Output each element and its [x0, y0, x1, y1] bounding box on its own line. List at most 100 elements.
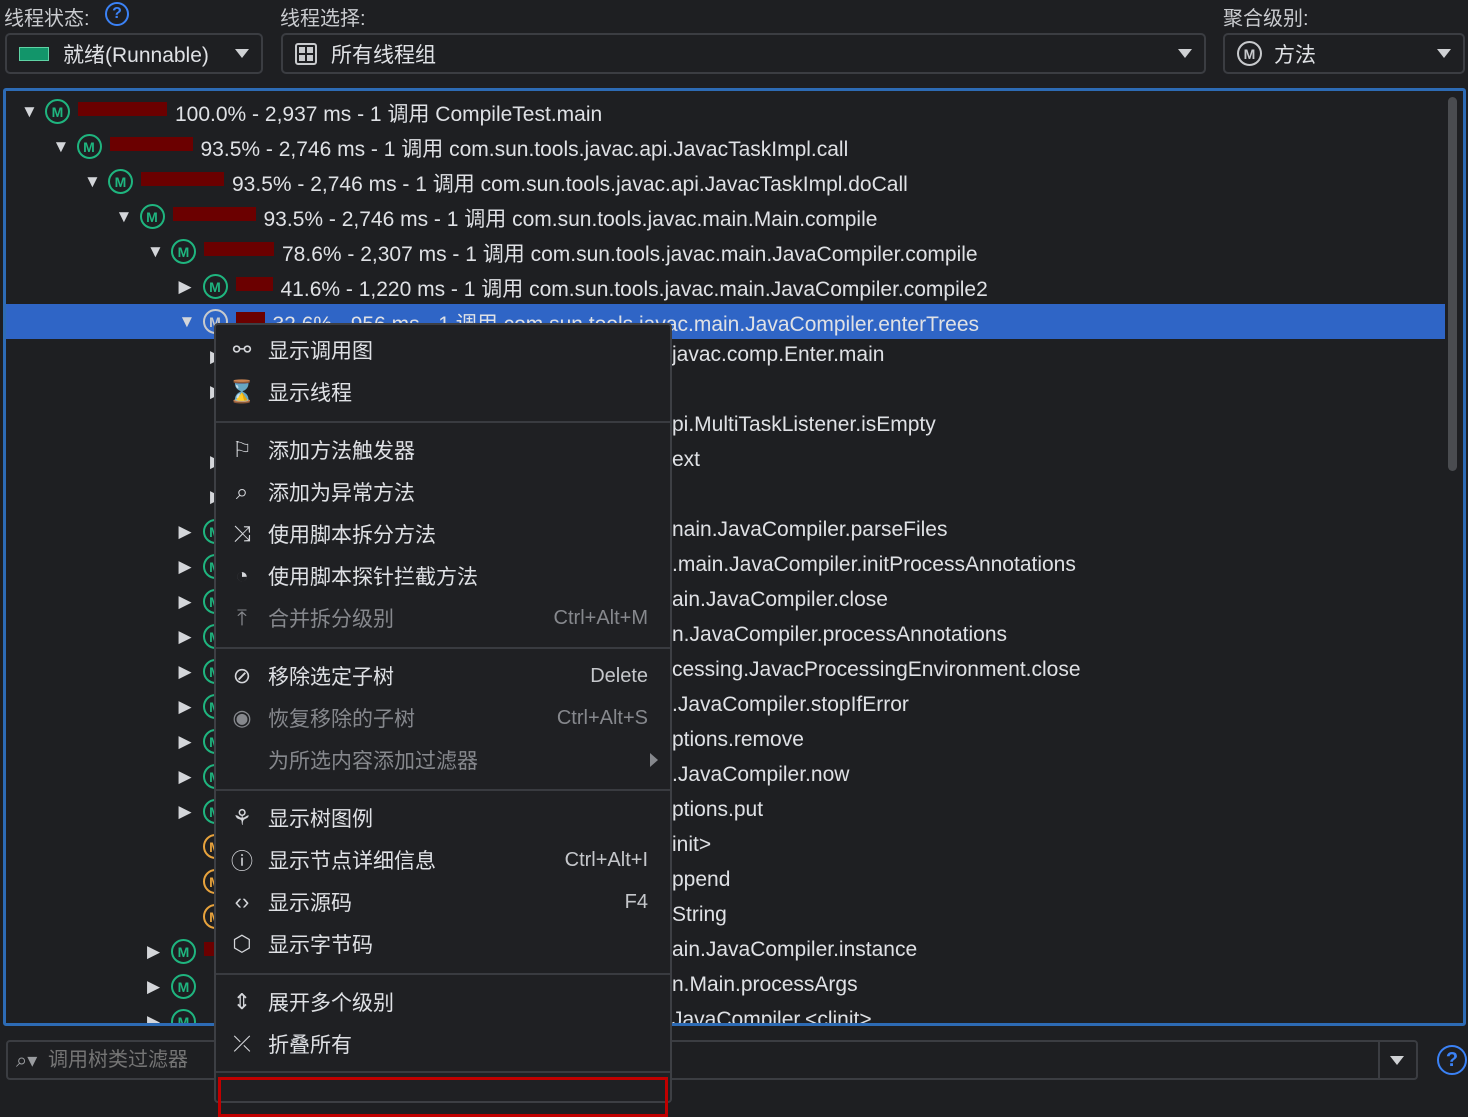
info-icon: ⓘ — [230, 849, 253, 874]
tree-row[interactable]: ▶ M 41.6% - 1,220 ms - 1 调用 com.sun.tools.… — [6, 269, 1463, 304]
tree-row-label: ptions.remove — [672, 728, 804, 751]
menu-item[interactable]: ‹› 显示源码 F4 — [216, 882, 670, 922]
expand-toggle-icon[interactable]: ▶ — [179, 557, 192, 577]
chevron-down-icon — [1390, 1056, 1404, 1065]
time-bar — [141, 172, 224, 186]
expand-toggle-icon[interactable]: ▶ — [147, 1012, 160, 1023]
menu-item[interactable]: ⤫ 折叠所有 — [216, 1024, 670, 1064]
menu-item[interactable]: ⌛ 显示线程 — [216, 372, 670, 412]
gauge-icon: ◔ — [235, 563, 249, 588]
help-icon[interactable]: ? — [105, 2, 129, 26]
collapse-toggle-icon[interactable]: ▼ — [147, 242, 164, 262]
time-bar — [109, 137, 193, 151]
vertical-scrollbar[interactable] — [1448, 97, 1457, 471]
tree-row[interactable]: ▼ M 100.0% - 2,937 ms - 1 调用 CompileTest.m… — [6, 94, 1463, 129]
chevron-down-icon — [235, 49, 249, 58]
state-color-swatch — [19, 46, 49, 61]
expand-toggle-icon[interactable]: ▶ — [179, 522, 192, 542]
aggregation-select[interactable]: M 方法 — [1223, 33, 1465, 74]
menu-item-label: 折叠所有 — [268, 1034, 352, 1057]
menu-item-shortcut: Delete — [590, 664, 648, 687]
tree-row-label: ain.JavaCompiler.close — [672, 588, 888, 611]
collapse-toggle-icon[interactable]: ▼ — [53, 137, 70, 157]
method-icon: M — [171, 1009, 196, 1023]
context-menu: ⚯ 显示调用图 ⌛ 显示线程 ⚐ 添加方法触发器 ⌕ 添加为异常方法 ⤨ 使用脚本拆分方法 ◔ 使用脚… — [214, 323, 672, 1117]
collapse-toggle-icon[interactable]: ▼ — [21, 102, 38, 122]
menu-item-label: 显示源码 — [268, 892, 352, 915]
menu-separator — [216, 973, 670, 975]
collapse-toggle-icon[interactable]: ▼ — [84, 172, 101, 192]
expand-toggle-icon[interactable]: ▶ — [147, 977, 160, 997]
time-bar — [204, 242, 274, 256]
menu-item-label: 合并拆分级别 — [268, 608, 394, 631]
menu-item[interactable]: ⓘ 显示节点详细信息 Ctrl+Alt+I — [216, 840, 670, 880]
expand-toggle-icon[interactable]: ▶ — [147, 942, 160, 962]
menu-item[interactable]: ◉ 恢复移除的子树 Ctrl+Alt+S — [216, 698, 670, 738]
menu-item[interactable]: ⚯ 显示调用图 — [216, 330, 670, 370]
expand-toggle-icon[interactable]: ▶ — [179, 802, 192, 822]
tree-legend-icon: ⚘ — [232, 805, 252, 830]
menu-item-label: 显示字节码 — [268, 934, 373, 957]
expand-toggle-icon[interactable]: ▶ — [179, 732, 192, 752]
menu-item[interactable]: ⊘ 移除选定子树 Delete — [216, 656, 670, 696]
source-code-icon: ‹› — [234, 889, 250, 914]
method-icon: M — [171, 239, 196, 264]
expand-toggle-icon[interactable]: ▶ — [179, 767, 192, 787]
expand-toggle-icon[interactable]: ▶ — [179, 662, 192, 682]
filter-help-icon[interactable]: ? — [1437, 1045, 1467, 1075]
tree-row-label: 41.6% - 1,220 ms - 1 调用 com.sun.tools.ja… — [280, 278, 988, 301]
split-icon: ⤨ — [233, 521, 251, 546]
tree-row-label: 93.5% - 2,746 ms - 1 调用 com.sun.tools.ja… — [232, 173, 908, 196]
method-icon: M — [108, 169, 133, 194]
expand-icon: ⇕ — [232, 989, 252, 1014]
expand-toggle-icon[interactable]: ▶ — [179, 277, 192, 297]
tree-row-label: 100.0% - 2,937 ms - 1 调用 CompileTest.mai… — [175, 103, 603, 126]
thread-icon: ⌛ — [228, 379, 256, 404]
menu-item-shortcut: Ctrl+Alt+I — [564, 848, 648, 871]
tree-row-label: String — [672, 903, 727, 926]
menu-item[interactable]: ⇕ 展开多个级别 — [216, 982, 670, 1022]
collapse-toggle-icon[interactable]: ▼ — [116, 207, 133, 227]
expand-toggle-icon[interactable]: ▶ — [179, 592, 192, 612]
tree-row[interactable]: ▼ M 93.5% - 2,746 ms - 1 调用 com.sun.tools.… — [6, 164, 1463, 199]
method-icon: M — [1237, 41, 1262, 66]
tree-row-label: .JavaCompiler.now — [672, 763, 850, 786]
menu-item[interactable]: ⤒ 合并拆分级别 Ctrl+Alt+M — [216, 598, 670, 638]
thread-select[interactable]: 所有线程组 — [281, 33, 1206, 74]
collapse-toggle-icon[interactable]: ▼ — [179, 312, 196, 332]
tree-row[interactable]: ▼ M 93.5% - 2,746 ms - 1 调用 com.sun.tools.… — [6, 129, 1463, 164]
menu-item-shortcut: Ctrl+Alt+S — [556, 706, 648, 729]
menu-separator — [216, 1071, 670, 1073]
menu-item[interactable]: ⚐ 添加方法触发器 — [216, 430, 670, 470]
eye-icon: ◉ — [232, 705, 252, 730]
menu-item[interactable]: ◔ 使用脚本探针拦截方法 — [216, 556, 670, 596]
thread-state-select[interactable]: 就绪(Runnable) — [5, 33, 263, 74]
tree-row-label: pi.MultiTaskListener.isEmpty — [672, 413, 936, 436]
aggregation-value: 方法 — [1274, 43, 1316, 67]
menu-item-label: 为所选内容添加过滤器 — [268, 750, 478, 773]
menu-item[interactable]: ⌕ 添加为异常方法 — [216, 472, 670, 512]
thread-state-value: 就绪(Runnable) — [63, 43, 209, 67]
tree-row[interactable]: ▼ M 93.5% - 2,746 ms - 1 调用 com.sun.tools.… — [6, 199, 1463, 234]
menu-item[interactable]: ⤨ 使用脚本拆分方法 — [216, 514, 670, 554]
filter-history-dropdown[interactable] — [1378, 1042, 1416, 1078]
tree-row-label: cessing.JavacProcessingEnvironment.close — [672, 658, 1081, 681]
menu-item-label: 移除选定子树 — [268, 666, 394, 689]
tree-row[interactable]: ▼ M 78.6% - 2,307 ms - 1 调用 com.sun.tools.… — [6, 234, 1463, 269]
expand-toggle-icon[interactable]: ▶ — [179, 697, 192, 717]
highlighted-menu-item[interactable] — [218, 1077, 668, 1117]
expand-toggle-icon[interactable]: ▶ — [179, 627, 192, 647]
menu-item[interactable]: ⬡ 显示字节码 — [216, 924, 670, 964]
time-bar — [235, 277, 273, 291]
menu-item[interactable]: ⚘ 显示树图例 — [216, 798, 670, 838]
menu-item-shortcut: F4 — [624, 890, 648, 913]
menu-item[interactable]: 为所选内容添加过滤器 — [216, 740, 670, 780]
time-bar — [172, 207, 256, 221]
tree-row-label: ppend — [672, 868, 731, 891]
tree-row-label: 93.5% - 2,746 ms - 1 调用 com.sun.tools.ja… — [263, 208, 878, 231]
search-icon: ⌕▾ — [16, 1050, 38, 1072]
chevron-down-icon — [1437, 49, 1451, 58]
aggregation-label: 聚合级别: — [1223, 8, 1309, 30]
submenu-arrow-icon — [650, 753, 658, 767]
menu-item-label: 添加为异常方法 — [268, 482, 415, 505]
